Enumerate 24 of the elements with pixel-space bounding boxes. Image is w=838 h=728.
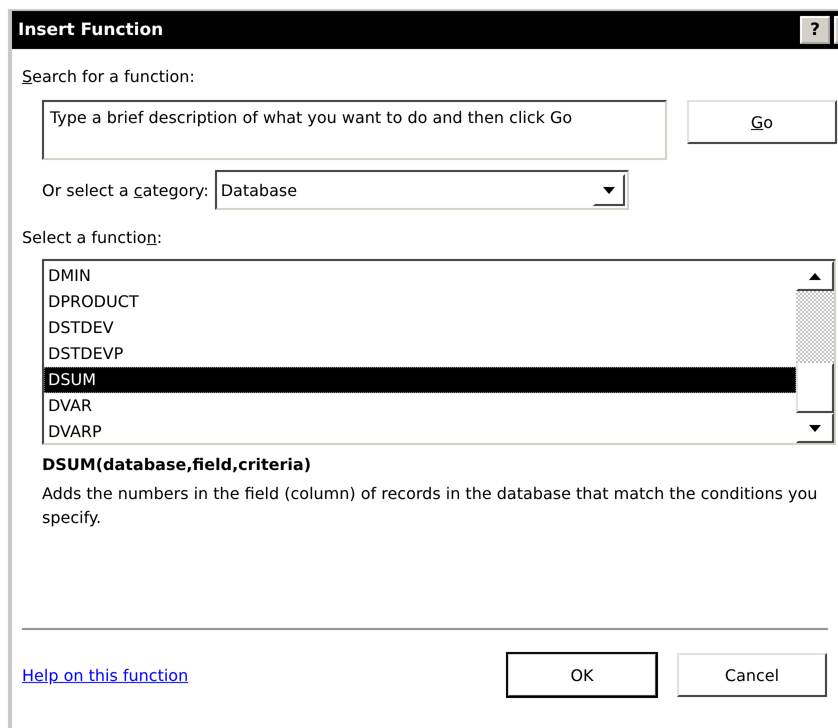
scrollbar[interactable] <box>796 261 834 443</box>
category-label: Or select a category: <box>42 180 209 200</box>
dropdown-arrow-icon <box>602 186 615 194</box>
function-list-label: Select a function: <box>22 228 164 247</box>
function-item[interactable]: DVARP <box>44 419 796 445</box>
function-item[interactable]: DVAR <box>44 393 796 419</box>
help-link[interactable]: Help on this function <box>22 666 507 684</box>
function-item[interactable]: DPRODUCT <box>44 289 796 315</box>
help-button[interactable]: ? <box>800 16 830 44</box>
search-field[interactable]: Type a brief description of what you want to do and then click Go <box>42 100 667 160</box>
dialog-button[interactable]: Cancel <box>677 653 827 697</box>
function-item[interactable]: DMIN <box>44 263 796 289</box>
function-item[interactable]: DSTDEVP <box>44 341 796 367</box>
go-button[interactable]: Go <box>687 100 837 144</box>
scroll-up-icon <box>809 272 821 280</box>
search-label: Search for a function: <box>22 67 196 86</box>
scroll-down-icon <box>809 424 821 432</box>
dialog-button[interactable]: OK <box>507 653 657 697</box>
function-description: Adds the numbers in the field (column) of records in the database that match the conditions you specify. <box>41 483 818 529</box>
category-dropdown[interactable]: Database <box>214 170 629 210</box>
function-item[interactable]: DSTDEV <box>44 315 796 341</box>
function-item[interactable]: DSUM <box>44 367 796 393</box>
function-signature: DSUM(database,field,criteria) <box>41 455 312 474</box>
window-title: Insert Function <box>18 20 164 40</box>
